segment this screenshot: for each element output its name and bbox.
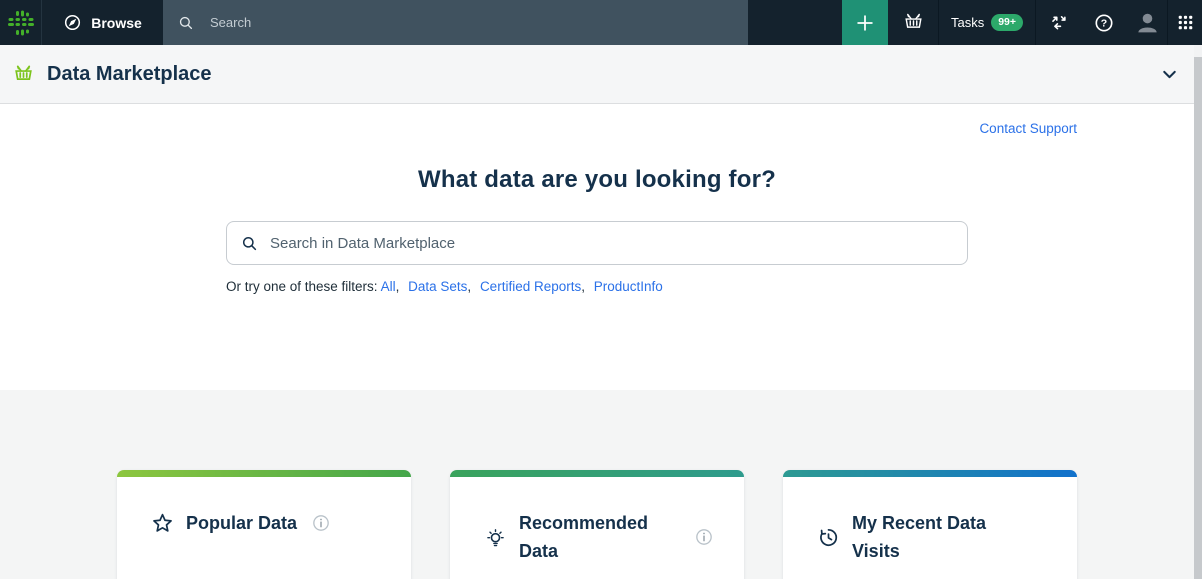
basket-button[interactable] xyxy=(888,0,938,45)
search-icon xyxy=(240,234,259,253)
filter-suggestions: Or try one of these filters: All, Data S… xyxy=(226,279,1077,294)
alation-logo-icon xyxy=(8,10,34,36)
filter-link-certified-reports[interactable]: Certified Reports xyxy=(480,279,581,294)
separator: , xyxy=(467,279,471,294)
green-basket-icon xyxy=(12,63,35,86)
history-icon xyxy=(817,526,840,549)
compose-button[interactable] xyxy=(842,0,888,45)
tasks-count-badge: 99+ xyxy=(991,14,1023,31)
filter-link-productinfo[interactable]: ProductInfo xyxy=(594,279,663,294)
popular-data-card[interactable]: Popular Data xyxy=(117,470,411,579)
svg-text:?: ? xyxy=(1101,17,1107,29)
card-accent-bar xyxy=(117,470,411,477)
recent-visits-card[interactable]: My Recent Data Visits xyxy=(783,470,1077,579)
global-search-input[interactable] xyxy=(210,15,734,30)
info-icon[interactable] xyxy=(311,513,331,533)
help-button[interactable]: ? xyxy=(1081,0,1127,45)
hero-heading: What data are you looking for? xyxy=(117,166,1077,194)
compass-icon xyxy=(63,13,82,32)
star-icon xyxy=(151,512,174,535)
avatar-icon xyxy=(1135,10,1160,35)
card-title: My Recent Data Visits xyxy=(852,509,1017,565)
hero-section: Contact Support What data are you lookin… xyxy=(0,104,1194,390)
browse-button[interactable]: Browse xyxy=(42,0,163,45)
page: Browse xyxy=(0,0,1202,579)
cycle-arrows-icon xyxy=(1048,12,1070,34)
nav-spacer xyxy=(748,0,842,45)
user-menu[interactable] xyxy=(1127,0,1167,45)
scroll-area: Data Marketplace Contact Support What da… xyxy=(0,45,1202,579)
contact-support-link[interactable]: Contact Support xyxy=(979,121,1077,136)
scrollbar-thumb[interactable] xyxy=(1194,57,1202,579)
top-nav: Browse xyxy=(0,0,1202,45)
basket-icon xyxy=(902,11,925,34)
filters-label: Or try one of these filters: xyxy=(226,279,381,294)
browse-label: Browse xyxy=(91,15,142,31)
card-title: Recommended Data xyxy=(519,509,680,565)
info-icon[interactable] xyxy=(694,527,714,547)
apps-menu-button[interactable] xyxy=(1167,0,1202,45)
collapse-chevron-button[interactable] xyxy=(1159,64,1180,85)
separator: , xyxy=(581,279,585,294)
workflow-button[interactable] xyxy=(1035,0,1081,45)
card-title: Popular Data xyxy=(186,509,297,537)
page-title: Data Marketplace xyxy=(47,63,212,86)
lightbulb-icon xyxy=(484,526,507,549)
global-search[interactable] xyxy=(163,0,748,45)
grid-icon xyxy=(1176,13,1195,32)
card-accent-bar xyxy=(450,470,744,477)
search-icon xyxy=(177,14,195,32)
tasks-label: Tasks xyxy=(951,15,984,30)
recommended-data-card[interactable]: Recommended Data xyxy=(450,470,744,579)
cards-section: Popular Data xyxy=(0,390,1194,579)
tasks-button[interactable]: Tasks 99+ xyxy=(938,0,1035,45)
vertical-scrollbar[interactable] xyxy=(1194,45,1202,579)
filter-link-data-sets[interactable]: Data Sets xyxy=(408,279,467,294)
marketplace-header-bar: Data Marketplace xyxy=(0,45,1194,104)
app-logo[interactable] xyxy=(0,0,42,45)
card-accent-bar xyxy=(783,470,1077,477)
plus-icon xyxy=(854,12,876,34)
chevron-down-icon xyxy=(1159,64,1180,85)
help-icon: ? xyxy=(1093,12,1115,34)
marketplace-search-box[interactable] xyxy=(226,221,968,265)
marketplace-search-input[interactable] xyxy=(270,235,954,252)
filter-link-all[interactable]: All xyxy=(381,279,396,294)
separator: , xyxy=(396,279,400,294)
